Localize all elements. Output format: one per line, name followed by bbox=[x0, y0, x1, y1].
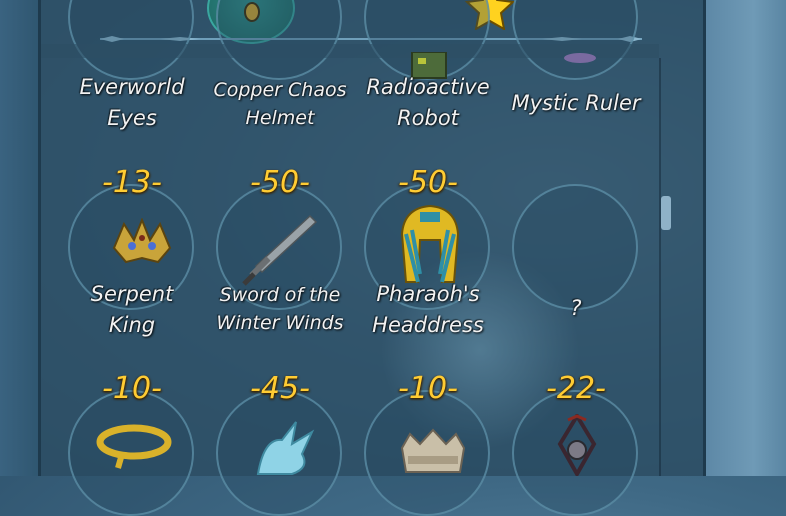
item-name-serpent-king: Serpent King bbox=[90, 282, 174, 337]
scrollbar-track[interactable] bbox=[659, 58, 661, 476]
item-cost: -10- bbox=[102, 371, 162, 406]
gold-chain-icon bbox=[96, 424, 172, 469]
item-name-copper-chaos-helmet: Copper Chaos Helmet bbox=[213, 79, 347, 129]
item-name-mystic-ruler: Mystic Ruler bbox=[511, 91, 641, 115]
silver-crown-icon bbox=[400, 428, 466, 473]
item-cost: -45- bbox=[250, 371, 310, 406]
item-slot-locked[interactable] bbox=[512, 184, 638, 310]
serpent-crown-icon bbox=[112, 218, 172, 264]
item-cost: -10- bbox=[398, 371, 458, 406]
item-cost: -50- bbox=[398, 165, 458, 200]
item-cost: -13- bbox=[102, 165, 162, 200]
item-cost: -50- bbox=[250, 165, 310, 200]
pharaoh-headdress-icon bbox=[400, 204, 460, 283]
background-left bbox=[0, 0, 40, 476]
scrollbar-thumb[interactable] bbox=[661, 196, 671, 230]
dark-amulet-icon bbox=[557, 414, 597, 476]
item-name-radioactive-robot: Radioactive Robot bbox=[366, 75, 490, 130]
item-name-everworld-eyes: Everworld Eyes bbox=[79, 75, 185, 130]
mystic-ruler-icon bbox=[564, 53, 596, 63]
item-name-sword-winter-winds: Sword of the Winter Winds bbox=[216, 284, 344, 334]
background-right bbox=[705, 0, 786, 476]
item-name-pharaohs-headdress: Pharaoh's Headdress bbox=[372, 282, 484, 337]
item-name-unknown: ? bbox=[570, 296, 582, 320]
ice-dragon-icon bbox=[256, 421, 315, 475]
sword-icon bbox=[242, 214, 318, 286]
item-cost: -22- bbox=[546, 371, 606, 406]
